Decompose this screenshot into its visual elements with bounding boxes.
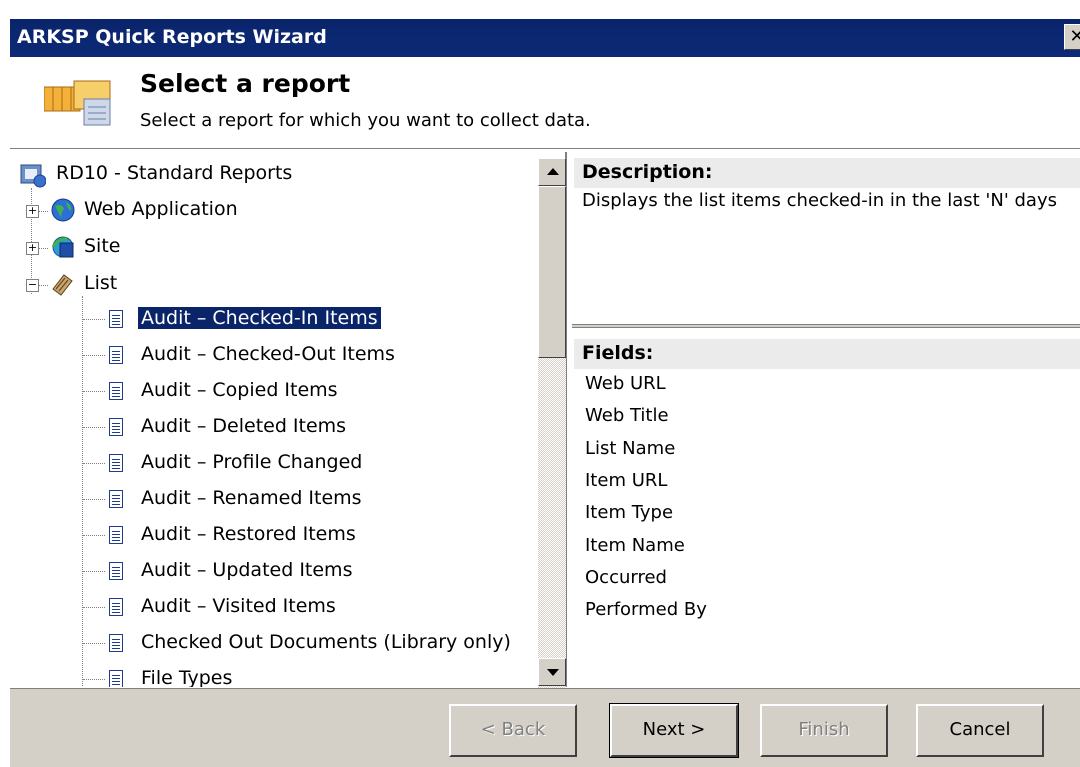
report-item-label: Audit – Profile Changed xyxy=(141,451,363,473)
tree-connector xyxy=(83,643,105,644)
field-item: Item Type xyxy=(585,502,674,523)
tree-connector xyxy=(83,607,105,608)
report-tree[interactable]: RD10 - Standard Reports + Web Applicatio… xyxy=(10,152,567,687)
tree-connector xyxy=(83,355,105,356)
arrow-up-icon xyxy=(547,168,559,175)
tree-connector xyxy=(39,211,48,212)
field-item: Item URL xyxy=(585,470,668,491)
next-button[interactable]: Next > xyxy=(609,703,739,758)
tree-connector xyxy=(83,427,105,428)
title-bar: ARKSP Quick Reports Wizard ✕ xyxy=(10,19,1080,57)
list-icon xyxy=(52,274,73,296)
tree-group-web-application[interactable]: Web Application xyxy=(84,198,238,220)
tree-connector xyxy=(83,571,105,572)
pane-divider[interactable] xyxy=(572,324,1080,328)
document-icon xyxy=(109,670,123,687)
report-item-label: Audit – Checked-In Items xyxy=(138,307,381,329)
report-item-label: Audit – Restored Items xyxy=(141,523,356,545)
document-icon xyxy=(109,562,123,580)
site-icon xyxy=(51,236,74,258)
tree-connector xyxy=(39,248,48,249)
document-icon xyxy=(109,526,123,544)
tree-group-site[interactable]: Site xyxy=(84,235,120,257)
document-icon xyxy=(109,598,123,616)
scroll-up-button[interactable] xyxy=(538,158,566,186)
tree-connector xyxy=(83,499,105,500)
arrow-down-icon xyxy=(547,669,559,676)
tree-connector xyxy=(83,319,105,320)
document-icon xyxy=(109,490,123,508)
report-item-label: Audit – Copied Items xyxy=(141,379,338,401)
report-item-label: Checked Out Documents (Library only) xyxy=(141,631,511,653)
page-subtitle: Select a report for which you want to co… xyxy=(140,110,591,131)
document-icon xyxy=(109,418,123,436)
description-text: Displays the list items checked-in in th… xyxy=(582,190,1057,211)
tree-group-list[interactable]: List xyxy=(84,272,117,294)
field-item: Performed By xyxy=(585,599,707,620)
wizard-window: ARKSP Quick Reports Wizard ✕ Select a re… xyxy=(0,0,1080,767)
details-pane: Description: Displays the list items che… xyxy=(572,152,1080,687)
document-icon xyxy=(109,634,123,652)
field-item: Web URL xyxy=(585,373,666,394)
report-item-label: Audit – Updated Items xyxy=(141,559,353,581)
tree-connector xyxy=(83,391,105,392)
report-item-label: Audit – Deleted Items xyxy=(141,415,347,437)
close-icon: ✕ xyxy=(1069,26,1080,47)
report-item-label: Audit – Renamed Items xyxy=(141,487,362,509)
tree-connector xyxy=(83,535,105,536)
globe-icon xyxy=(51,198,75,222)
field-item: Web Title xyxy=(585,405,669,426)
scroll-down-button[interactable] xyxy=(538,658,566,686)
tree-connector xyxy=(83,679,105,680)
tree-root[interactable]: RD10 - Standard Reports xyxy=(56,162,292,184)
document-icon xyxy=(109,454,123,472)
document-icon xyxy=(109,310,123,328)
scroll-thumb[interactable] xyxy=(538,186,566,358)
cancel-button[interactable]: Cancel xyxy=(916,704,1044,757)
fields-heading: Fields: xyxy=(574,339,1080,369)
document-icon xyxy=(109,346,123,364)
computer-reports-icon xyxy=(20,164,46,188)
collapse-toggle[interactable]: − xyxy=(26,279,39,292)
finish-button[interactable]: Finish xyxy=(760,704,888,757)
close-button[interactable]: ✕ xyxy=(1064,24,1080,50)
tree-connector xyxy=(83,463,105,464)
field-item: Occurred xyxy=(585,567,667,588)
field-item: List Name xyxy=(585,438,676,459)
tree-connector xyxy=(39,285,48,286)
description-heading: Description: xyxy=(574,158,1080,188)
report-item-label: Audit – Visited Items xyxy=(141,595,336,617)
field-item: Item Name xyxy=(585,535,685,556)
expand-toggle[interactable]: + xyxy=(26,242,39,255)
page-title: Select a report xyxy=(140,69,351,98)
report-table-icon xyxy=(44,80,111,126)
tree-scrollbar[interactable] xyxy=(538,158,566,688)
window-title: ARKSP Quick Reports Wizard xyxy=(17,26,327,48)
report-item-label: Audit – Checked-Out Items xyxy=(141,343,395,365)
expand-toggle[interactable]: + xyxy=(26,205,39,218)
button-bar: < Back Next > Finish Cancel xyxy=(10,688,1080,767)
report-item-label: File Types xyxy=(141,667,233,687)
document-icon xyxy=(109,382,123,400)
wizard-header: Select a report Select a report for whic… xyxy=(10,57,1080,149)
back-button[interactable]: < Back xyxy=(449,704,577,757)
